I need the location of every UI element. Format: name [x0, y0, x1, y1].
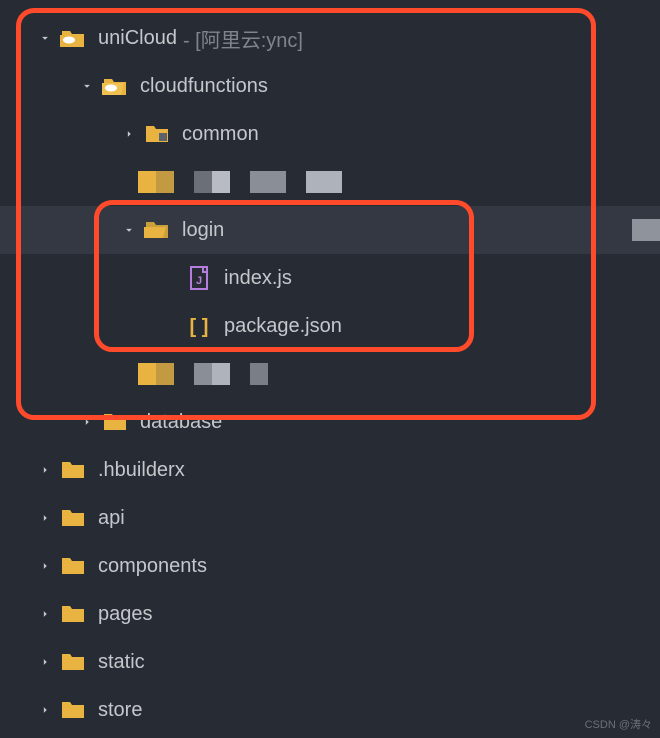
cloud-folder-icon [58, 27, 88, 49]
tree-item-cloudfunctions[interactable]: cloudfunctions [0, 62, 660, 110]
chevron-right-icon [32, 655, 58, 669]
chevron-right-icon [32, 511, 58, 525]
tree-label: index.js [224, 267, 292, 290]
folder-icon [58, 652, 88, 672]
tree-label: store [98, 699, 142, 722]
tree-label: uniCloud [98, 27, 177, 50]
folder-icon [58, 556, 88, 576]
chevron-right-icon [32, 463, 58, 477]
tree-label: common [182, 123, 259, 146]
redacted-row [0, 350, 660, 398]
tree-label: components [98, 555, 207, 578]
watermark: CSDN @涛々 [585, 716, 652, 732]
tree-item-packagejson[interactable]: [ ] package.json [0, 302, 660, 350]
tree-label: package.json [224, 315, 342, 338]
tree-label: database [140, 411, 222, 434]
redacted-row [0, 158, 660, 206]
folder-icon [58, 508, 88, 528]
folder-icon [100, 412, 130, 432]
tree-item-hbuilderx[interactable]: .hbuilderx [0, 446, 660, 494]
chevron-right-icon [32, 703, 58, 717]
svg-text:[ ]: [ ] [190, 316, 209, 338]
folder-icon [58, 460, 88, 480]
tree-item-indexjs[interactable]: J index.js [0, 254, 660, 302]
tree-label: api [98, 507, 125, 530]
js-file-icon: J [184, 266, 214, 290]
tree-item-pages[interactable]: pages [0, 590, 660, 638]
tree-item-database[interactable]: database [0, 398, 660, 446]
tree-suffix: - [阿里云:ync] [183, 24, 303, 53]
tree-label: static [98, 651, 145, 674]
json-file-icon: [ ] [184, 314, 214, 338]
tree-item-common[interactable]: common [0, 110, 660, 158]
tree-label: cloudfunctions [140, 75, 268, 98]
chevron-down-icon [116, 223, 142, 237]
chevron-right-icon [116, 127, 142, 141]
selection-marker-icon [632, 219, 660, 241]
tree-label: .hbuilderx [98, 459, 185, 482]
folder-icon [142, 124, 172, 144]
file-tree: uniCloud - [阿里云:ync] cloudfunctions [0, 0, 660, 734]
chevron-right-icon [32, 559, 58, 573]
tree-item-components[interactable]: components [0, 542, 660, 590]
tree-item-api[interactable]: api [0, 494, 660, 542]
folder-icon [58, 604, 88, 624]
tree-item-login[interactable]: login [0, 206, 660, 254]
tree-item-unicloud[interactable]: uniCloud - [阿里云:ync] [0, 14, 660, 62]
tree-label: login [182, 219, 224, 242]
tree-item-static[interactable]: static [0, 638, 660, 686]
tree-item-store[interactable]: store [0, 686, 660, 734]
folder-icon [58, 700, 88, 720]
chevron-down-icon [32, 31, 58, 45]
svg-text:J: J [196, 275, 202, 287]
chevron-right-icon [32, 607, 58, 621]
chevron-down-icon [74, 79, 100, 93]
cloud-folder-icon [100, 75, 130, 97]
chevron-right-icon [74, 415, 100, 429]
folder-open-icon [142, 220, 172, 240]
tree-label: pages [98, 603, 153, 626]
